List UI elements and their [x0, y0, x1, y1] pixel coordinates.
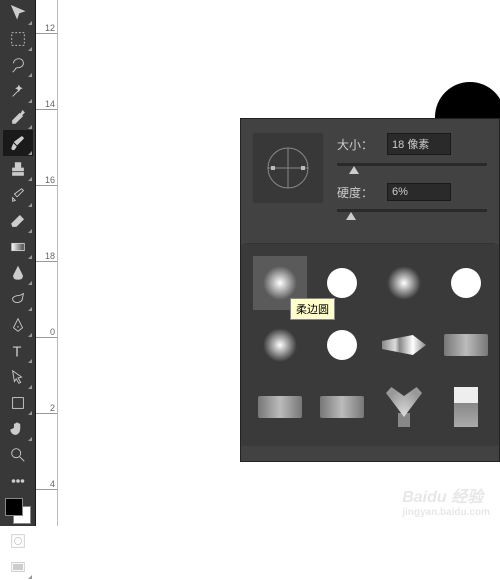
- more-tools[interactable]: [3, 468, 33, 494]
- wand-tool[interactable]: [3, 78, 33, 104]
- hardness-label: 硬度：: [337, 184, 379, 201]
- brush-preset[interactable]: [439, 318, 493, 372]
- path-select-tool[interactable]: [3, 364, 33, 390]
- move-tool[interactable]: [3, 0, 33, 26]
- tools-panel: T: [0, 0, 36, 526]
- brush-preset[interactable]: [439, 380, 493, 434]
- brush-stroke: [435, 82, 500, 122]
- brush-preset[interactable]: [439, 256, 493, 310]
- brush-angle-preview[interactable]: [253, 133, 323, 203]
- svg-text:T: T: [13, 344, 22, 360]
- brush-tooltip: 柔边圆: [290, 298, 335, 320]
- sharpen-tool[interactable]: [3, 260, 33, 286]
- size-slider[interactable]: [337, 159, 487, 173]
- watermark: Baidu 经验 jingyan.baidu.com: [402, 483, 490, 518]
- shape-tool[interactable]: [3, 390, 33, 416]
- size-label: 大小：: [337, 136, 379, 153]
- burn-tool[interactable]: [3, 286, 33, 312]
- size-input[interactable]: 18 像素: [387, 133, 451, 155]
- vertical-ruler: 12 14 16 18 0 2 4: [36, 0, 58, 526]
- type-tool[interactable]: T: [3, 338, 33, 364]
- brush-preset[interactable]: [315, 380, 369, 434]
- eyedropper-tool[interactable]: [3, 104, 33, 130]
- brush-preset[interactable]: [253, 380, 307, 434]
- hardness-slider[interactable]: [337, 205, 487, 219]
- marquee-tool[interactable]: [3, 26, 33, 52]
- lasso-tool[interactable]: [3, 52, 33, 78]
- stamp-tool[interactable]: [3, 156, 33, 182]
- screenmode-tool[interactable]: [3, 554, 33, 580]
- color-swatch[interactable]: [5, 498, 31, 524]
- quickmask-tool[interactable]: [3, 528, 33, 554]
- brush-preset[interactable]: [253, 318, 307, 372]
- brush-preset[interactable]: [377, 256, 431, 310]
- brush-preset-grid: [241, 244, 499, 446]
- brush-tool[interactable]: [3, 130, 33, 156]
- hand-tool[interactable]: [3, 416, 33, 442]
- gradient-tool[interactable]: [3, 234, 33, 260]
- zoom-tool[interactable]: [3, 442, 33, 468]
- pen-tool[interactable]: [3, 312, 33, 338]
- brush-preset-popup: 大小： 18 像素 硬度： 6%: [240, 118, 500, 462]
- eraser-tool[interactable]: [3, 208, 33, 234]
- brush-preset[interactable]: [377, 380, 431, 434]
- history-brush-tool[interactable]: [3, 182, 33, 208]
- hardness-input[interactable]: 6%: [387, 183, 451, 201]
- brush-preset[interactable]: [377, 318, 431, 372]
- brush-preset[interactable]: [315, 318, 369, 372]
